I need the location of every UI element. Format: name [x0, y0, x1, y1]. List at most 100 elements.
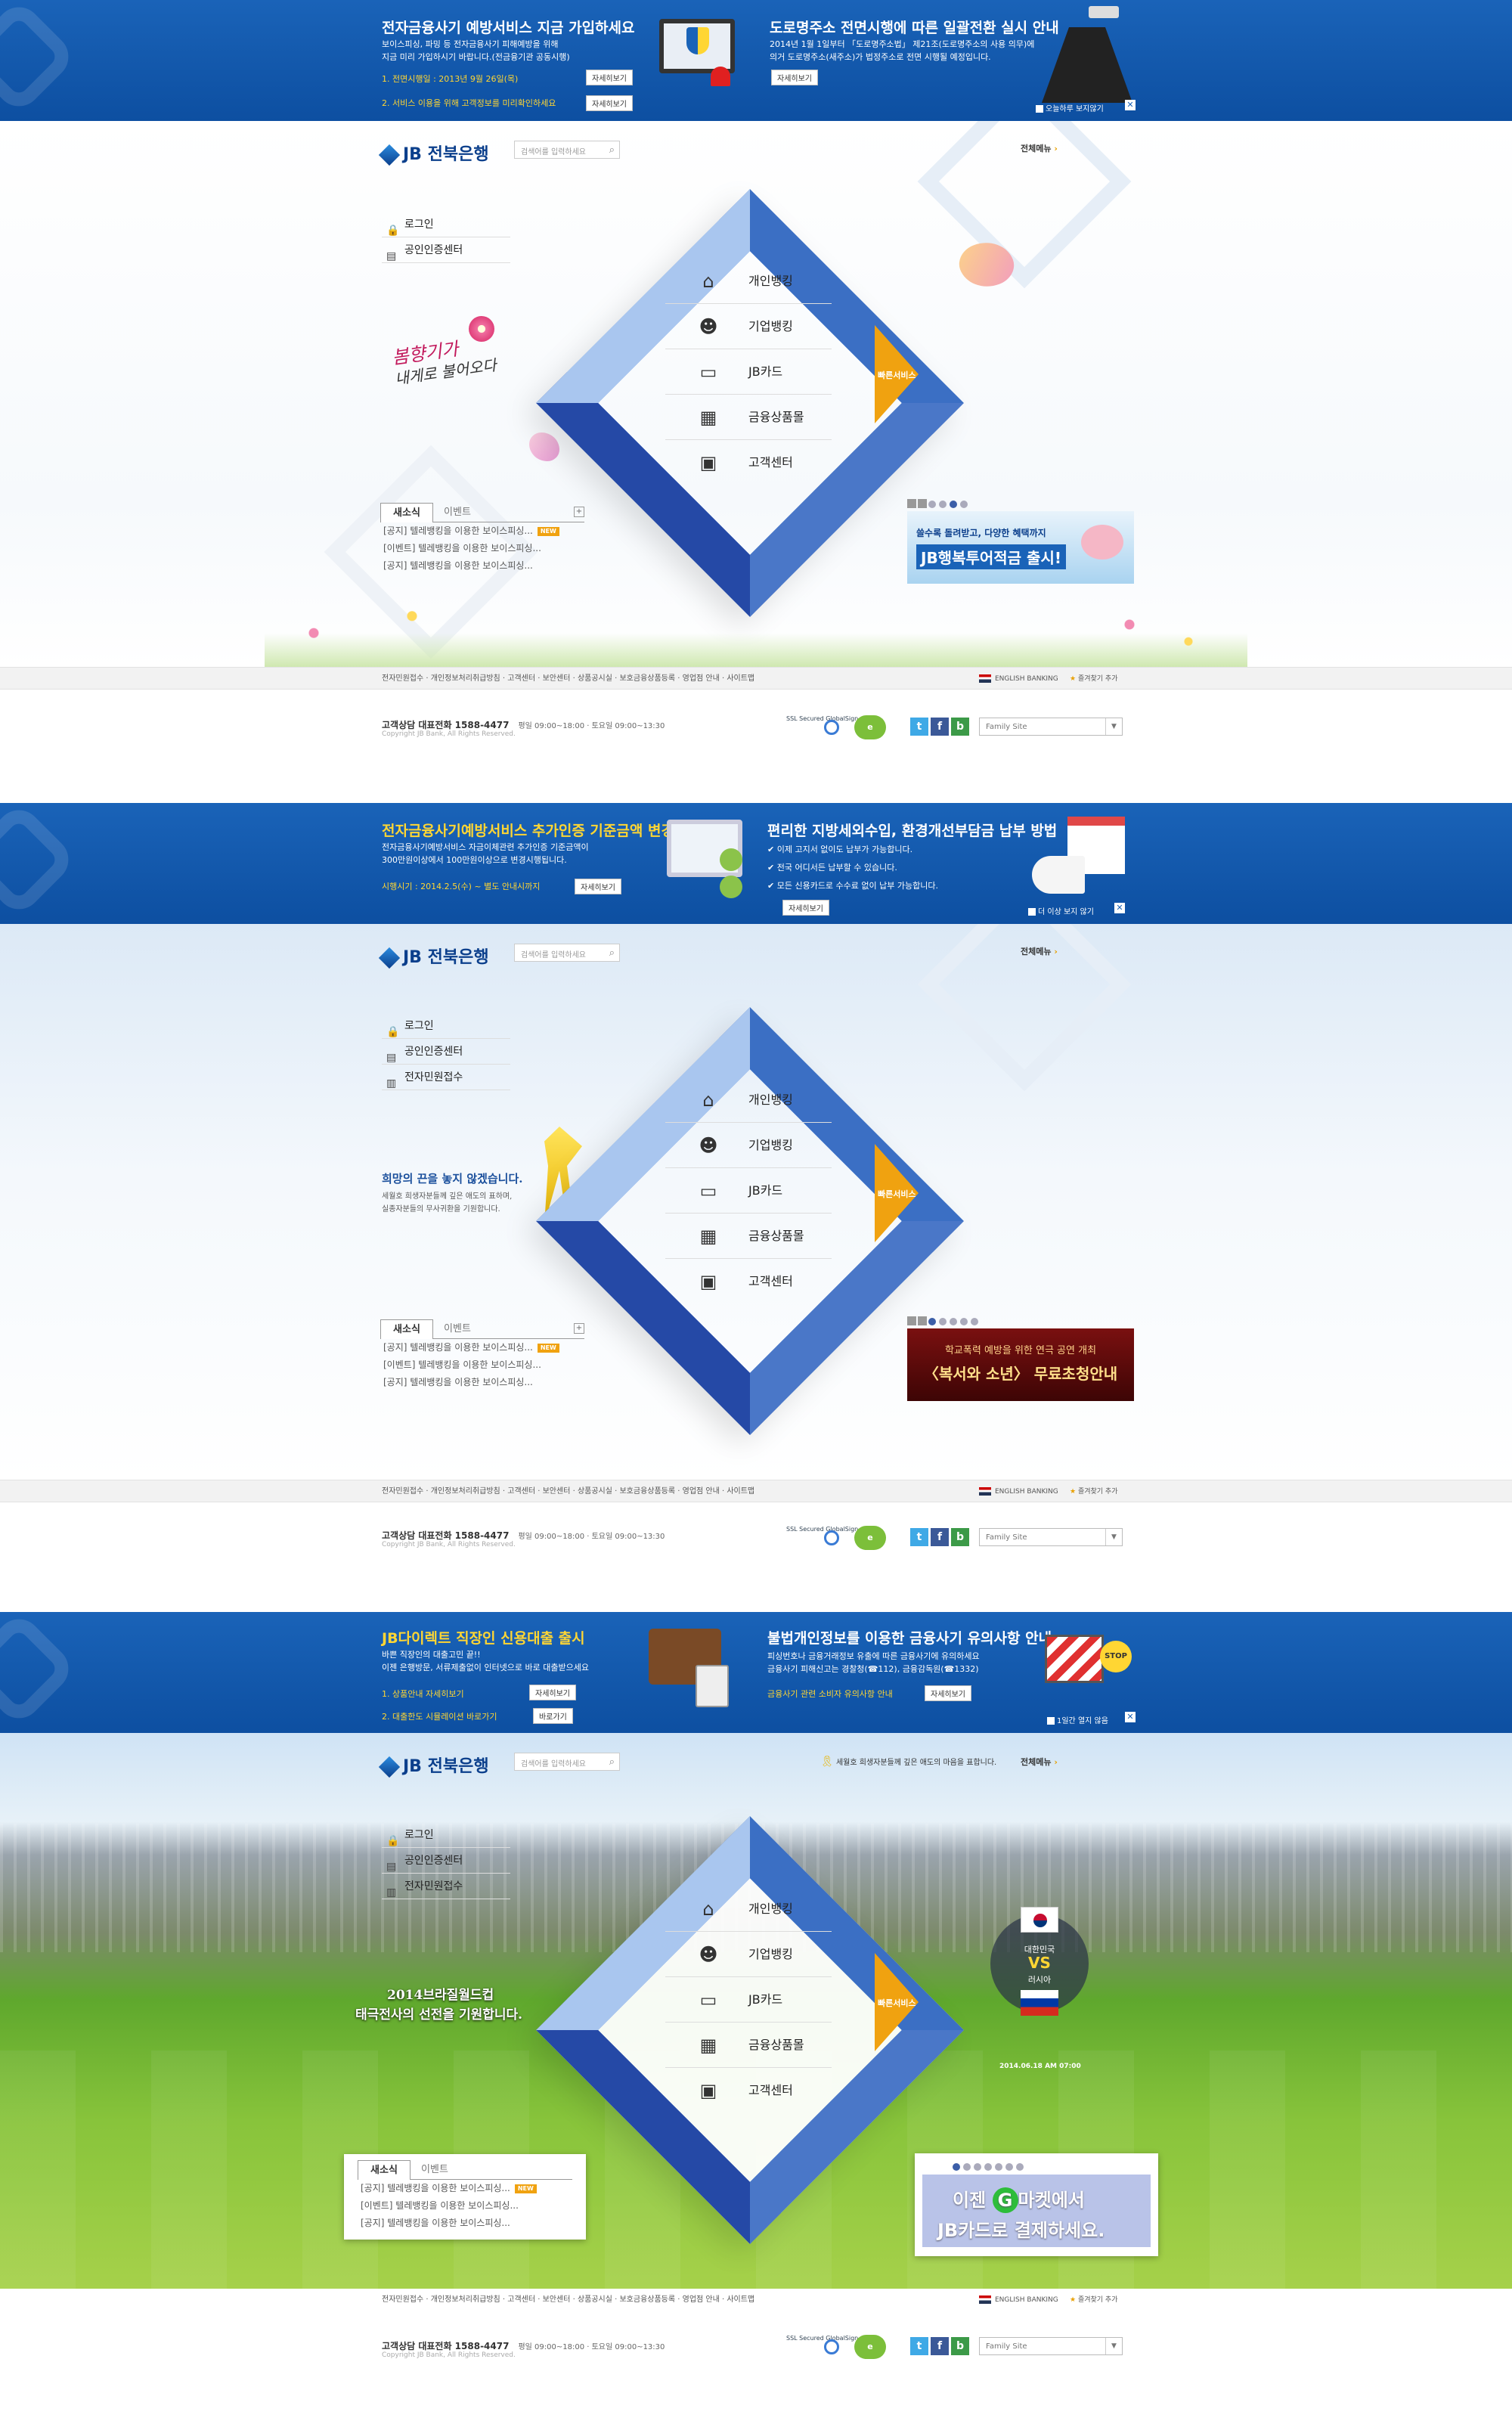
facebook-icon[interactable]: f [931, 718, 949, 736]
twitter-icon[interactable]: t [910, 1528, 928, 1546]
all-menu-button[interactable]: 전체메뉴 › [1021, 945, 1058, 957]
twitter-icon[interactable]: t [910, 718, 928, 736]
civil-link[interactable]: ▥ 전자민원접수 [382, 1874, 510, 1899]
search-icon[interactable]: ⌕ [609, 1756, 615, 1768]
news-item[interactable]: [공지] 텔레뱅킹을 이용한 보이스피싱... [380, 557, 584, 575]
no-open-checkbox[interactable]: 1일간 열지 않음 [1047, 1714, 1108, 1725]
blog-icon[interactable]: b [951, 1528, 969, 1546]
family-site-select[interactable]: Family Site ▼ [979, 2337, 1123, 2355]
family-site-select[interactable]: Family Site ▼ [979, 718, 1123, 736]
ssl-badge: SSL Secured GlobalSign [786, 2335, 858, 2359]
menu-jb-card[interactable]: ▭ JB카드 [665, 349, 832, 395]
no-show-checkbox[interactable]: 오늘하루 보지않기 [1036, 102, 1104, 113]
tab-event[interactable]: 이벤트 [412, 2160, 457, 2180]
watermark [0, 1612, 78, 1728]
menu-jb-card[interactable]: ▭ JB카드 [665, 1168, 832, 1214]
english-banking-link[interactable]: ENGLISH BANKING [979, 1480, 1058, 1503]
english-banking-link[interactable]: ENGLISH BANKING [979, 668, 1058, 690]
news-item[interactable]: [이벤트] 텔레뱅킹을 이용한 보이스피싱... [358, 2197, 572, 2215]
favorite-link[interactable]: ★ 즐겨찾기 추가 [1070, 668, 1118, 690]
menu-product-mall[interactable]: ▦ 금융상품몰 [665, 1214, 832, 1259]
menu-personal-banking[interactable]: ⌂ 개인뱅킹 [665, 259, 832, 304]
tab-news[interactable]: 새소식 [380, 1319, 433, 1339]
promo-banner[interactable]: 학교폭력 예방을 위한 연극 공연 개최 〈복서와 소년〉 무료초청안내 [907, 1328, 1134, 1401]
no-show-checkbox[interactable]: 더 이상 보지 않기 [1028, 905, 1094, 916]
english-banking-link[interactable]: ENGLISH BANKING [979, 2289, 1058, 2311]
twitter-icon[interactable]: t [910, 2337, 928, 2355]
family-site-select[interactable]: Family Site ▼ [979, 1528, 1123, 1546]
close-icon[interactable]: ✕ [1125, 100, 1136, 110]
detail-button[interactable]: 자세히보기 [575, 879, 621, 894]
spring-text: 봄향기가 내게로 불어오다 [390, 338, 498, 389]
logo[interactable]: JB 전북은행 [378, 1753, 489, 1778]
menu-personal-banking[interactable]: ⌂ 개인뱅킹 [665, 1077, 832, 1123]
close-icon[interactable]: ✕ [1114, 903, 1125, 913]
logo-mark [378, 1756, 401, 1778]
slider-dots[interactable] [907, 497, 971, 511]
menu-customer-center[interactable]: ▣ 고객센터 [665, 1259, 832, 1304]
go-button[interactable]: 바로가기 [533, 1708, 573, 1724]
login-link[interactable]: 🔒 로그인 [382, 1822, 510, 1848]
search-icon[interactable]: ⌕ [609, 947, 615, 959]
news-item[interactable]: [이벤트] 텔레뱅킹을 이용한 보이스피싱... [380, 540, 584, 557]
blog-icon[interactable]: b [951, 2337, 969, 2355]
footer-links[interactable]: 전자민원접수 · 개인정보처리취급방침 · 고객센터 · 보안센터 · 상품공시… [382, 2289, 754, 2311]
search-icon[interactable]: ⌕ [609, 144, 615, 156]
cert-center-link[interactable]: ▤ 공인인증센터 [382, 1848, 510, 1874]
menu-product-mall[interactable]: ▦ 금융상품몰 [665, 2023, 832, 2068]
news-item[interactable]: [이벤트] 텔레뱅킹을 이용한 보이스피싱... [380, 1356, 584, 1374]
favorite-link[interactable]: ★ 즐겨찾기 추가 [1070, 1480, 1118, 1503]
detail-button[interactable]: 자세히보기 [771, 70, 818, 85]
login-link[interactable]: 🔒 로그인 [382, 212, 510, 237]
menu-customer-center[interactable]: ▣ 고객센터 [665, 440, 832, 485]
facebook-icon[interactable]: f [931, 1528, 949, 1546]
close-icon[interactable]: ✕ [1125, 1712, 1136, 1722]
detail-button[interactable]: 자세히보기 [586, 95, 633, 111]
footer-links[interactable]: 전자민원접수 · 개인정보처리취급방침 · 고객센터 · 보안센터 · 상품공시… [382, 1480, 754, 1503]
detail-button[interactable]: 자세히보기 [529, 1685, 576, 1700]
tab-news[interactable]: 새소식 [380, 503, 433, 522]
news-item[interactable]: [공지] 텔레뱅킹을 이용한 보이스피싱... [380, 1374, 584, 1391]
news-item[interactable]: [공지] 텔레뱅킹을 이용한 보이스피싱... NEW [380, 1339, 584, 1356]
menu-corporate-banking[interactable]: ☻ 기업뱅킹 [665, 304, 832, 349]
civil-link[interactable]: ▥ 전자민원접수 [382, 1065, 510, 1090]
more-icon[interactable]: + [574, 1323, 584, 1334]
news-item[interactable]: [공지] 텔레뱅킹을 이용한 보이스피싱... [358, 2215, 572, 2232]
tab-event[interactable]: 이벤트 [435, 503, 480, 522]
menu-personal-banking[interactable]: ⌂ 개인뱅킹 [665, 1886, 832, 1932]
all-menu-button[interactable]: 전체메뉴 › [1021, 1756, 1058, 1768]
search-input[interactable]: 검색어를 입력하세요 ⌕ [514, 141, 620, 159]
detail-button[interactable]: 자세히보기 [925, 1685, 971, 1701]
cert-center-link[interactable]: ▤ 공인인증센터 [382, 237, 510, 263]
news-item[interactable]: [공지] 텔레뱅킹을 이용한 보이스피싱... NEW [380, 522, 584, 540]
detail-button[interactable]: 자세히보기 [586, 70, 633, 85]
search-input[interactable]: 검색어를 입력하세요 ⌕ [514, 1753, 620, 1771]
favorite-link[interactable]: ★ 즐겨찾기 추가 [1070, 2289, 1118, 2311]
login-link[interactable]: 🔒 로그인 [382, 1013, 510, 1039]
road-icon [1042, 27, 1132, 103]
cert-center-link[interactable]: ▤ 공인인증센터 [382, 1039, 510, 1065]
facebook-icon[interactable]: f [931, 2337, 949, 2355]
menu-corporate-banking[interactable]: ☻ 기업뱅킹 [665, 1932, 832, 1977]
menu-customer-center[interactable]: ▣ 고객센터 [665, 2068, 832, 2113]
tab-event[interactable]: 이벤트 [435, 1319, 480, 1339]
news-item[interactable]: [공지] 텔레뱅킹을 이용한 보이스피싱... NEW [358, 2180, 572, 2197]
menu-corporate-banking[interactable]: ☻ 기업뱅킹 [665, 1123, 832, 1168]
slider-dots[interactable] [953, 2159, 1027, 2174]
all-menu-button[interactable]: 전체메뉴 › [1021, 142, 1058, 154]
promo-banner[interactable]: 이젠 G 마켓에서 JB카드로 결제하세요. [915, 2153, 1158, 2256]
tab-news[interactable]: 새소식 [358, 2160, 411, 2180]
logo[interactable]: JB 전북은행 [378, 944, 489, 969]
worldcup-sub: 태극전사의 선전을 기원합니다. [355, 2007, 523, 2023]
promo-banner[interactable]: 쓸수록 돌려받고, 다양한 혜택까지 JB행복투어적금 출시! [907, 511, 1134, 584]
blog-icon[interactable]: b [951, 718, 969, 736]
menu-product-mall[interactable]: ▦ 금융상품몰 [665, 395, 832, 440]
more-icon[interactable]: + [574, 507, 584, 517]
detail-button[interactable]: 자세히보기 [782, 900, 829, 916]
logo[interactable]: JB 전북은행 [378, 141, 489, 166]
footer-links[interactable]: 전자민원접수 · 개인정보처리취급방침 · 고객센터 · 보안센터 · 상품공시… [382, 668, 754, 690]
menu-jb-card[interactable]: ▭ JB카드 [665, 1977, 832, 2023]
slider-dots[interactable] [907, 1314, 981, 1328]
search-input[interactable]: 검색어를 입력하세요 ⌕ [514, 944, 620, 962]
banner-line: 시행시기 : 2014.2.5(수) ~ 별도 안내시까지 [382, 882, 541, 891]
